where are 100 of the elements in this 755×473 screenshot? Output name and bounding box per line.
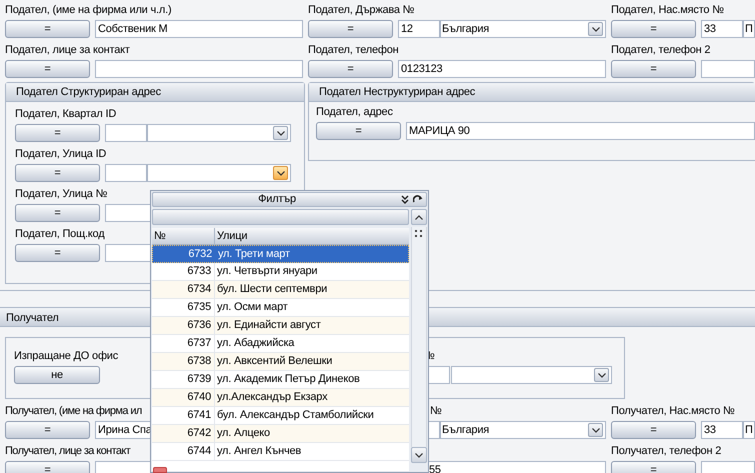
chevron-down-icon [592, 26, 600, 32]
table-row[interactable]: 6734 бул. Шести септември [152, 281, 410, 299]
field-label: Получател, телефон 2 [611, 444, 722, 459]
field-label: Получател, Нас.място № [611, 404, 735, 419]
table-cell: 6738 [152, 353, 215, 370]
input-field[interactable] [701, 60, 755, 78]
equals-button[interactable]: = [316, 122, 401, 140]
equals-button[interactable]: = [611, 461, 696, 473]
table-cell-text: ул.Александър Екзарх [216, 390, 328, 405]
dropdown-button[interactable] [588, 22, 603, 36]
code-field[interactable]: 12 [398, 20, 440, 38]
equals-button[interactable]: = [308, 20, 393, 38]
field-label: Изпращане ДО офис [14, 349, 118, 364]
scroll-down-button[interactable] [411, 447, 427, 463]
equals-button[interactable]: = [611, 60, 696, 78]
table-row[interactable]: 6740 ул.Александър Екзарх [152, 389, 410, 407]
equals-button[interactable]: = [5, 461, 90, 473]
filter-field[interactable] [152, 209, 410, 225]
equals-button[interactable]: = [611, 20, 696, 38]
table-row[interactable]: 6738 ул. Авксентий Велешки [152, 353, 410, 371]
popup-title: Филтър [257, 194, 297, 205]
equals-button[interactable]: = [15, 164, 100, 182]
equals-button[interactable]: = [308, 60, 393, 78]
equals-button[interactable]: = [5, 421, 90, 439]
field-label: Подател, Улица ID [15, 147, 106, 162]
table-cell: 6737 [152, 335, 215, 352]
table-row[interactable]: 6741 бул. Александър Стамболийски [152, 407, 410, 425]
table-cell-text: ул. Трети март [217, 247, 291, 262]
field-label: Подател, Квартал ID [15, 107, 116, 122]
table-cell: 6733 [152, 263, 215, 280]
code-field[interactable] [105, 164, 147, 182]
field-label: Получател, лице за контакт [5, 444, 130, 459]
table-cell: 6741 [152, 407, 215, 424]
clear-icon[interactable] [153, 467, 167, 473]
equals-button[interactable]: = [611, 421, 696, 439]
column-header[interactable]: Улици [215, 228, 410, 244]
section-header: Подател Структуриран адрес [6, 83, 304, 102]
table-cell: 6734 [152, 281, 215, 298]
equals-button[interactable]: = [15, 124, 100, 142]
field-label: Подател, Улица № [15, 187, 108, 202]
table-row[interactable]: 6735 ул. Осми март [152, 299, 410, 317]
table-row[interactable]: 6744 ул. Ангел Кънчев [152, 443, 410, 461]
equals-button[interactable]: = [15, 204, 100, 222]
table-cell: 6740 [152, 389, 215, 406]
chevron-down-icon [592, 428, 600, 432]
input-field[interactable] [95, 60, 303, 78]
dropdown-field[interactable] [147, 164, 291, 182]
equals-button[interactable]: = [5, 20, 90, 38]
input-field[interactable]: МАРИЦА 90 [406, 122, 755, 140]
table-row[interactable]: 6736 ул. Единайсти август [152, 317, 410, 335]
dropdown-button[interactable] [273, 126, 288, 140]
table-cell: 6742 [152, 425, 215, 442]
equals-button[interactable]: = [5, 60, 90, 78]
field-label: Подател, адрес [316, 105, 393, 120]
dropdown-button[interactable] [594, 368, 609, 382]
table-cell-text: ул. Авксентий Велешки [216, 354, 334, 369]
table-cell-text: ул. Четвърти януари [216, 264, 318, 279]
dropdown-button[interactable] [588, 423, 603, 437]
table-row[interactable]: 6742 ул. Алцеко [152, 425, 410, 443]
chevron-up-icon [415, 214, 424, 220]
field-label: Подател, (име на фирма или ч.л.) [5, 3, 172, 18]
table-cell: 6744 [152, 443, 215, 460]
chevron-down-icon [415, 452, 424, 458]
code-field[interactable]: 33 [701, 20, 743, 38]
table-cell: 6735 [152, 299, 215, 316]
dropdown-field[interactable] [451, 366, 612, 384]
table-cell-text: бул. Шести септември [216, 282, 328, 297]
section-header: Подател Неструктуриран адрес [309, 83, 755, 102]
table-row[interactable]: 6732 ул. Трети март [152, 245, 410, 263]
dropdown-button[interactable] [273, 166, 288, 180]
double-chevron-icon[interactable] [401, 195, 409, 204]
field-label: Подател, Пощ.код [15, 227, 104, 242]
table-cell-text: ул. Абаджийска [216, 336, 296, 351]
dropdown-field[interactable]: П [743, 421, 755, 439]
toggle-button[interactable]: не [14, 366, 100, 384]
input-field[interactable]: 0123123 [398, 60, 606, 78]
field-label: Подател, лице за контакт [5, 43, 130, 58]
table-row[interactable]: 6737 ул. Абаджийска [152, 335, 410, 353]
field-label: Получател, (име на фирма ил [5, 404, 142, 419]
table-cell: 6739 [152, 371, 215, 388]
chevron-down-icon [276, 130, 284, 136]
input-field[interactable]: Собственик М [95, 20, 303, 38]
table-cell-text: бул. Александър Стамболийски [216, 408, 375, 423]
chevron-down-icon [598, 372, 606, 378]
dropdown-field[interactable]: П [743, 20, 755, 38]
code-field[interactable] [105, 124, 147, 142]
dropdown-field[interactable]: България [440, 20, 606, 38]
grip-icon [415, 230, 424, 238]
dropdown-field[interactable]: България [440, 421, 606, 439]
scroll-up-button[interactable] [411, 209, 427, 225]
field-label: Подател, Държава № [308, 3, 414, 18]
table-cell: 6732 [153, 246, 216, 262]
code-field[interactable]: 33 [701, 421, 743, 439]
column-header[interactable]: № [152, 228, 215, 244]
refresh-icon[interactable] [413, 195, 423, 204]
dropdown-field[interactable] [147, 124, 291, 142]
table-row[interactable]: 6733 ул. Четвърти януари [152, 263, 410, 281]
table-cell-text: ул. Академик Петър Динеков [216, 372, 361, 387]
equals-button[interactable]: = [15, 244, 100, 262]
table-row[interactable]: 6739 ул. Академик Петър Динеков [152, 371, 410, 389]
